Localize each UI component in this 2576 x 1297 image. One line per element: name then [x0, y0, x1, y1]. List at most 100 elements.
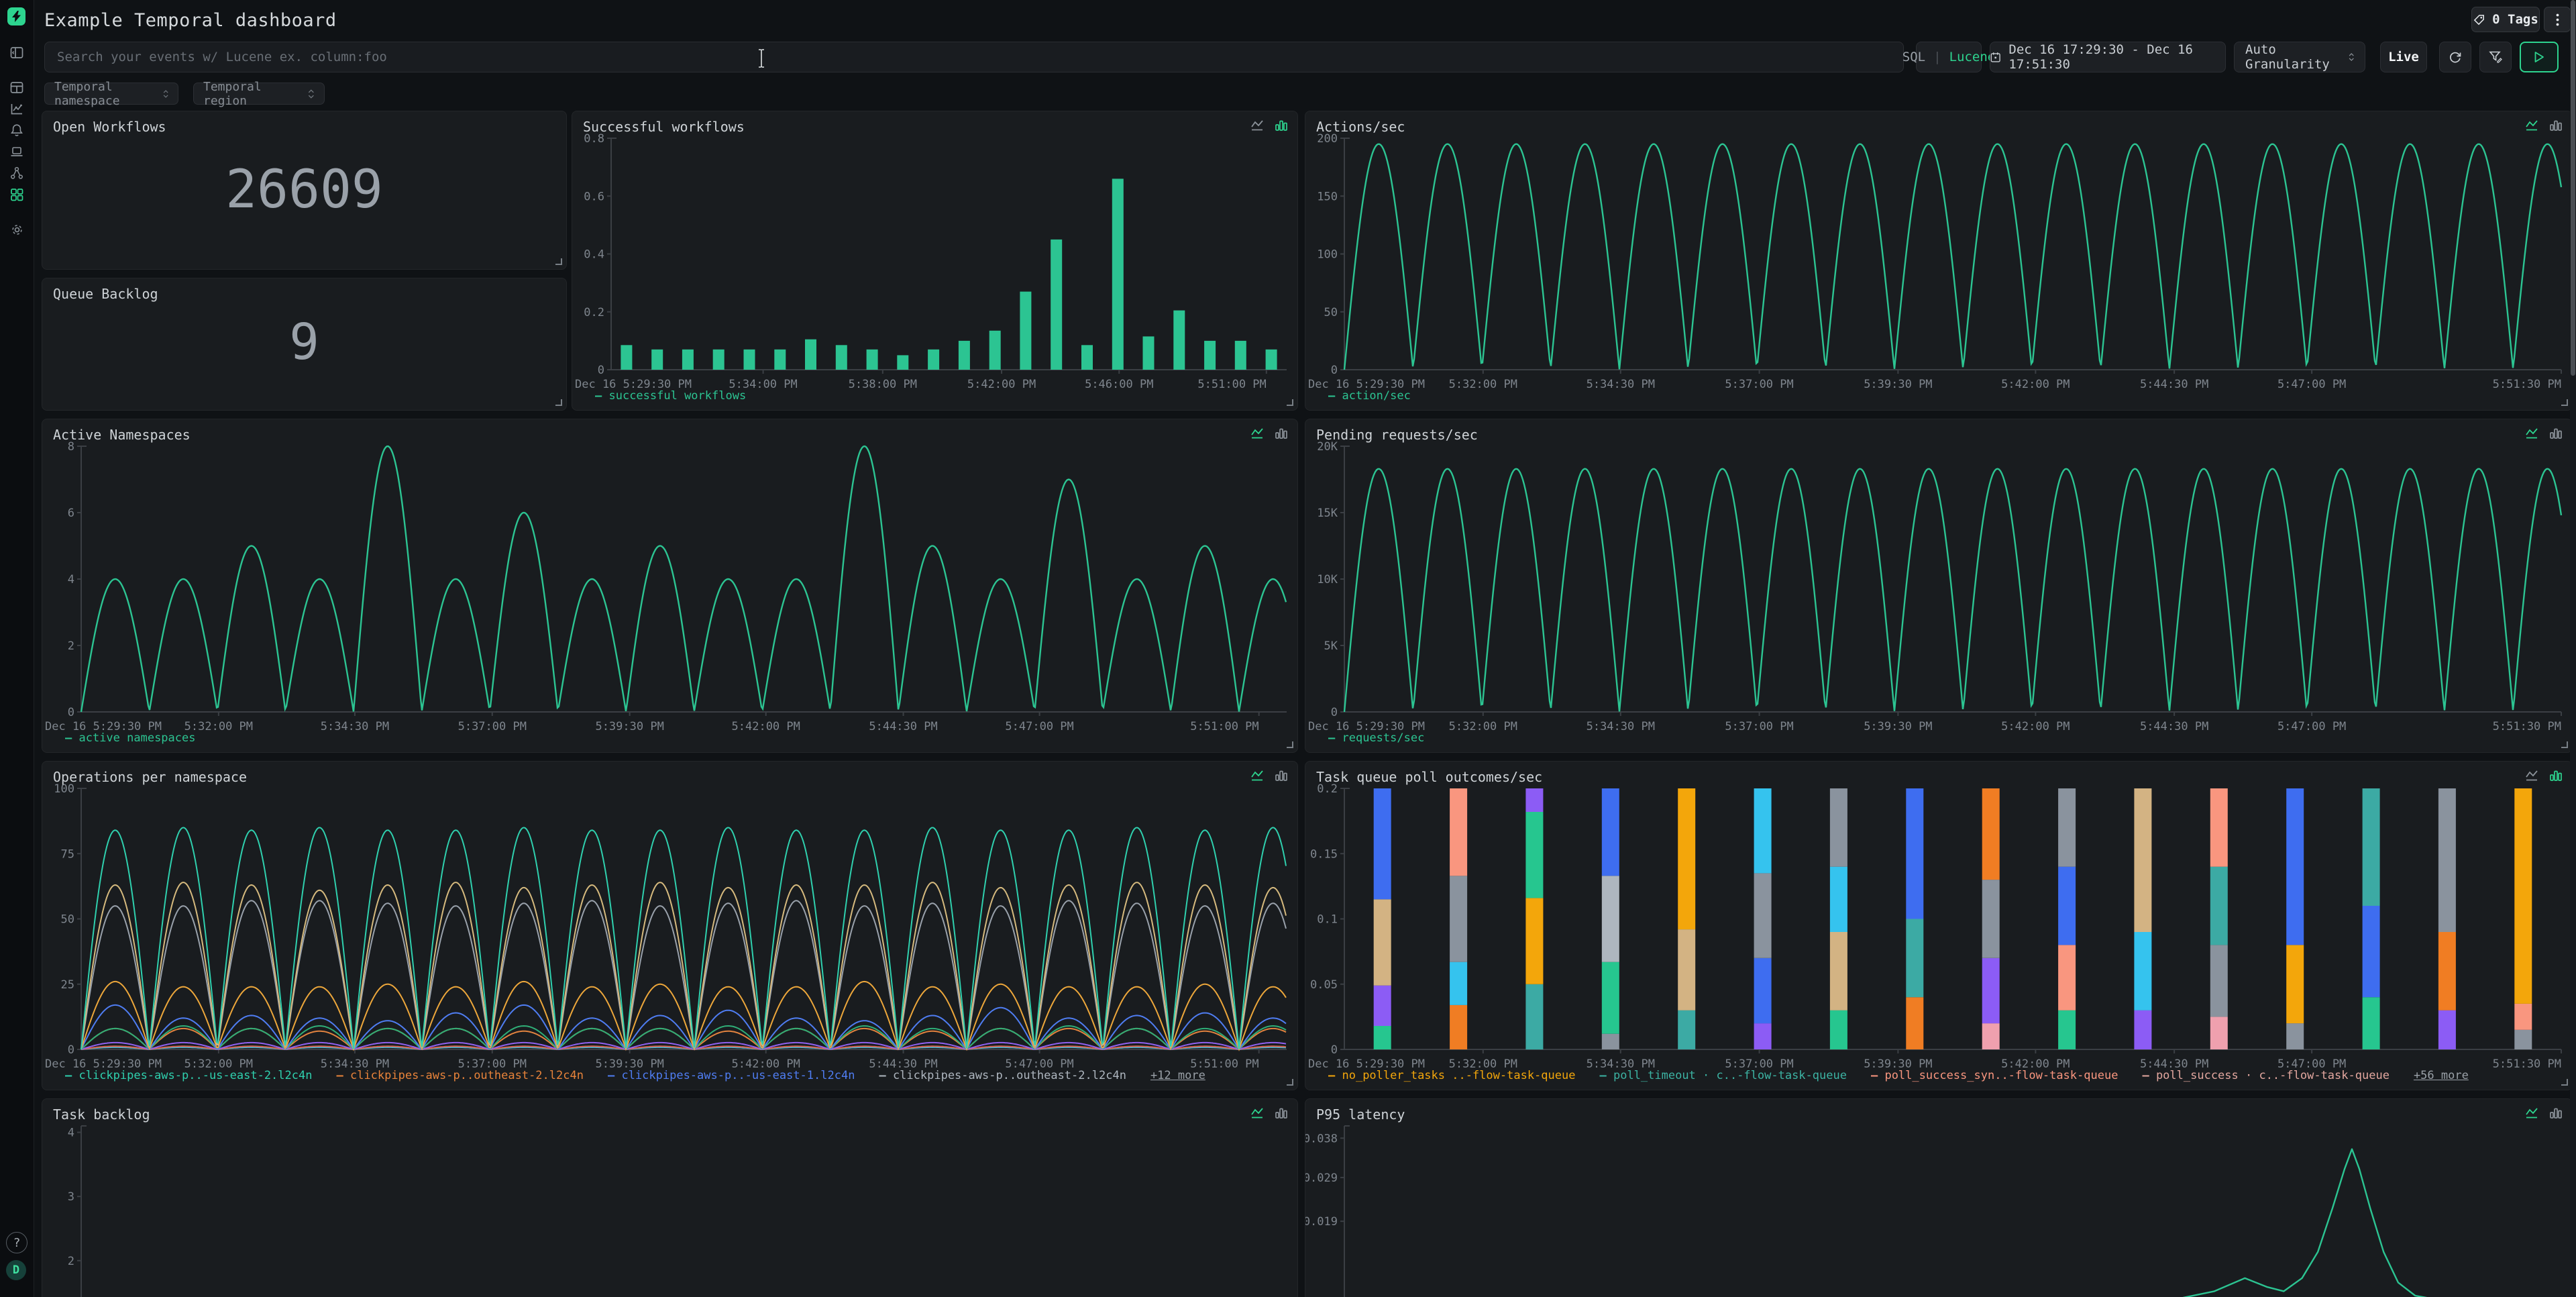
legend-item[interactable]: — clickpipes-aws-p..-us-east-1.l2c4n: [608, 1069, 855, 1082]
granularity-select[interactable]: Auto Granularity: [2234, 42, 2365, 72]
sidebar-item-dashboards[interactable]: [0, 184, 34, 205]
panel-title: P95 latency: [1316, 1106, 1405, 1123]
run-query-button[interactable]: [2520, 42, 2559, 72]
panel-title: Task backlog: [53, 1106, 150, 1123]
legend-item[interactable]: — poll_success · c..-flow-task-queue: [2142, 1069, 2389, 1082]
user-avatar[interactable]: D: [6, 1260, 26, 1280]
sidebar-item-tables[interactable]: [0, 76, 34, 98]
header-menu-button[interactable]: [2544, 7, 2571, 32]
sidebar-collapse-icon: [10, 46, 23, 59]
svg-text:5:32:00 PM: 5:32:00 PM: [1449, 378, 1517, 391]
help-button[interactable]: ?: [6, 1232, 28, 1253]
svg-text:5:51:30 PM: 5:51:30 PM: [2493, 1057, 2561, 1071]
line-chart-icon[interactable]: [2525, 770, 2540, 782]
panel-p95-latency: P95 latency 0.0380.0290.019: [1305, 1098, 2573, 1297]
chart-legend: — active namespaces: [65, 731, 195, 745]
line-chart-icon[interactable]: [2525, 1107, 2540, 1119]
run-query-icon: [2534, 51, 2544, 63]
query-language-toggle[interactable]: SQL|Lucene: [1916, 42, 1982, 72]
sidebar-item-charts[interactable]: [0, 98, 34, 119]
successful-workflows-chart: 00.20.40.60.8Dec 16 5:29:30 PM5:34:00 PM…: [572, 111, 1297, 410]
gear-icon: [10, 223, 24, 237]
active-namespaces-chart: 02468Dec 16 5:29:30 PM5:32:00 PM5:34:30 …: [42, 419, 1297, 752]
sidebar-item-settings[interactable]: [0, 219, 34, 240]
filter-button[interactable]: [2479, 42, 2512, 72]
line-chart-icon[interactable]: [1250, 119, 1265, 132]
line-chart-icon[interactable]: [1250, 1107, 1265, 1119]
scrollbar-thumb[interactable]: [2571, 0, 2575, 376]
svg-text:25: 25: [61, 978, 74, 992]
bar-chart-icon[interactable]: [1275, 427, 1288, 439]
svg-text:5:47:00 PM: 5:47:00 PM: [1005, 720, 1073, 733]
pending-requests-chart: 05K10K15K20KDec 16 5:29:30 PM5:32:00 PM5…: [1305, 419, 2572, 752]
resize-handle[interactable]: [1287, 399, 1293, 406]
legend-item[interactable]: — clickpipes-aws-p..outheast-2.l2c4n: [336, 1069, 583, 1082]
panel-title: Actions/sec: [1316, 119, 1405, 135]
legend-item[interactable]: — poll_success_syn..-flow-task-queue: [1871, 1069, 2118, 1082]
legend-item[interactable]: — requests/sec: [1328, 731, 1424, 745]
legend-item[interactable]: — active namespaces: [65, 731, 195, 745]
svg-text:2: 2: [68, 1255, 74, 1268]
svg-text:5:42:00 PM: 5:42:00 PM: [967, 378, 1036, 391]
line-chart-icon[interactable]: [1250, 427, 1265, 439]
svg-text:5:37:00 PM: 5:37:00 PM: [458, 720, 527, 733]
legend-item[interactable]: — poll_timeout · c..-flow-task-queue: [1599, 1069, 1846, 1082]
bar-chart-icon[interactable]: [2549, 427, 2563, 439]
lucene-option[interactable]: Lucene: [1949, 50, 1996, 64]
resize-handle[interactable]: [555, 399, 562, 406]
resize-handle[interactable]: [1287, 741, 1293, 748]
svg-text:5:37:00 PM: 5:37:00 PM: [1725, 720, 1793, 733]
svg-text:5:51:30 PM: 5:51:30 PM: [2493, 720, 2561, 733]
search-input[interactable]: [44, 42, 1904, 72]
dashboard-page: ? D Example Temporal dashboard 0 Tags SQ…: [0, 0, 2576, 1297]
bar-chart-icon[interactable]: [1275, 770, 1288, 782]
filter-edit-icon: [2489, 50, 2503, 64]
legend-more-link[interactable]: +56 more: [2414, 1069, 2469, 1082]
legend-more-link[interactable]: +12 more: [1150, 1069, 1205, 1082]
panel-actions-per-sec: Actions/sec 050100150200Dec 16 5:29:30 P…: [1305, 111, 2573, 411]
svg-text:5:42:00 PM: 5:42:00 PM: [2001, 720, 2070, 733]
actions-per-sec-chart: 050100150200Dec 16 5:29:30 PM5:32:00 PM5…: [1305, 111, 2572, 410]
legend-item[interactable]: — no_poller_tasks ..-flow-task-queue: [1328, 1069, 1575, 1082]
resize-handle[interactable]: [2561, 399, 2568, 406]
select-chevrons-icon: [163, 89, 168, 99]
bar-chart-icon[interactable]: [2549, 1107, 2563, 1119]
select-chevrons-icon: [2349, 52, 2355, 62]
legend-item[interactable]: — clickpipes-aws-p..-us-east-2.l2c4n: [65, 1069, 312, 1082]
resize-handle[interactable]: [555, 258, 562, 265]
sidebar-item-sessions[interactable]: [0, 141, 34, 162]
resize-handle[interactable]: [2561, 1079, 2568, 1086]
bar-chart-icon[interactable]: [1275, 119, 1288, 132]
sidebar-collapse-button[interactable]: [0, 42, 34, 63]
legend-item[interactable]: — successful workflows: [595, 389, 746, 403]
line-chart-icon[interactable]: [2525, 119, 2540, 132]
calendar-icon: [1990, 51, 2000, 64]
date-range-picker[interactable]: Dec 16 17:29:30 - Dec 16 17:51:30: [1990, 42, 2226, 72]
sidebar-item-services-map[interactable]: [0, 162, 34, 184]
sidebar-item-alerts[interactable]: [0, 119, 34, 141]
svg-text:5K: 5K: [1324, 639, 1338, 653]
chart-type-toggle: [1250, 1107, 1288, 1119]
refresh-button[interactable]: [2439, 42, 2471, 72]
table-icon: [10, 81, 23, 94]
tags-button[interactable]: 0 Tags: [2471, 7, 2540, 32]
svg-text:5:44:30 PM: 5:44:30 PM: [869, 720, 937, 733]
help-icon: ?: [13, 1236, 21, 1250]
bar-chart-icon[interactable]: [2549, 770, 2563, 782]
legend-item[interactable]: — action/sec: [1328, 389, 1411, 403]
resize-handle[interactable]: [2561, 741, 2568, 748]
resize-handle[interactable]: [1287, 1079, 1293, 1086]
bar-chart-icon[interactable]: [2549, 119, 2563, 132]
line-chart-icon[interactable]: [2525, 427, 2540, 439]
line-chart-icon[interactable]: [1250, 770, 1265, 782]
bar-chart-icon[interactable]: [1275, 1107, 1288, 1119]
app-logo[interactable]: [7, 7, 25, 25]
tag-icon: [2473, 13, 2485, 26]
temporal-namespace-filter[interactable]: Temporal namespace: [44, 83, 178, 105]
live-button[interactable]: Live: [2380, 42, 2427, 72]
sql-option[interactable]: SQL: [1902, 50, 1925, 64]
temporal-region-filter[interactable]: Temporal region: [193, 83, 325, 105]
legend-item[interactable]: — clickpipes-aws-p..outheast-2.l2c4n: [879, 1069, 1126, 1082]
svg-text:5:51:30 PM: 5:51:30 PM: [2493, 378, 2561, 391]
scrollbar-track: [2570, 0, 2576, 1297]
